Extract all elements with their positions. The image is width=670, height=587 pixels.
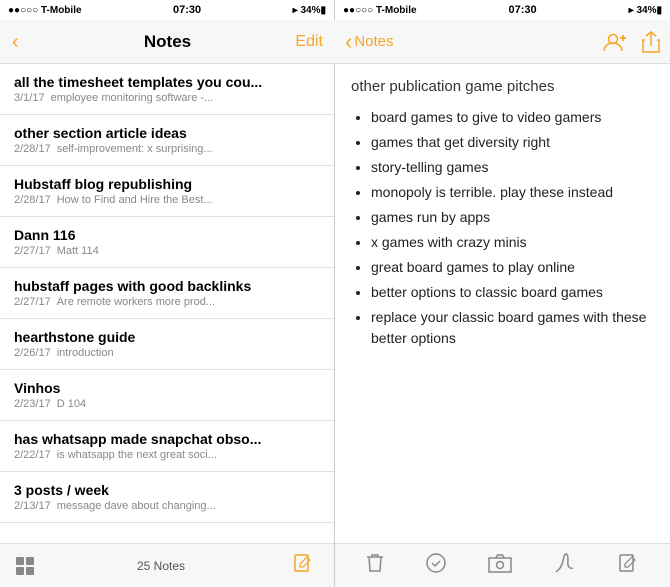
- time-left: 07:30: [173, 4, 201, 16]
- note-date: 2/22/17: [14, 449, 51, 461]
- note-title: all the timesheet templates you cou...: [14, 74, 320, 90]
- note-preview: is whatsapp the next great soci...: [57, 449, 217, 461]
- note-title: 3 posts / week: [14, 482, 320, 498]
- note-date: 2/13/17: [14, 500, 51, 512]
- list-item[interactable]: other section article ideas 2/28/17 self-…: [0, 115, 334, 166]
- note-date: 2/23/17: [14, 398, 51, 410]
- note-title: hearthstone guide: [14, 329, 320, 345]
- note-preview: employee monitoring software -...: [51, 92, 214, 104]
- note-title: has whatsapp made snapchat obso...: [14, 431, 320, 447]
- edit-button[interactable]: Edit: [295, 33, 323, 51]
- bullet-item: story-telling games: [371, 157, 654, 178]
- battery-left: ▸ 34%▮: [293, 5, 326, 16]
- note-content: other publication game pitches board gam…: [335, 64, 670, 543]
- status-bar-right: ●●○○○ T-Mobile 07:30 ▸ 34%▮: [335, 0, 670, 20]
- note-date: 2/26/17: [14, 347, 51, 359]
- grid-cell: [16, 567, 24, 575]
- chevron-back-icon: ‹: [345, 29, 352, 55]
- note-meta: 2/27/17 Matt 114: [14, 245, 320, 257]
- back-label: Notes: [354, 33, 393, 50]
- list-item[interactable]: Hubstaff blog republishing 2/28/17 How to…: [0, 166, 334, 217]
- grid-view-icon[interactable]: [16, 557, 34, 575]
- chevron-left-icon: ‹: [12, 32, 19, 52]
- notes-list: all the timesheet templates you cou... 3…: [0, 64, 334, 543]
- note-date: 2/28/17: [14, 143, 51, 155]
- note-preview: introduction: [57, 347, 114, 359]
- note-meta: 2/27/17 Are remote workers more prod...: [14, 296, 320, 308]
- bullet-item: better options to classic board games: [371, 282, 654, 303]
- battery-right: ▸ 34%▮: [629, 5, 662, 16]
- bullet-item: games run by apps: [371, 207, 654, 228]
- note-preview: self-improvement: x surprising...: [57, 143, 213, 155]
- note-date: 2/27/17: [14, 296, 51, 308]
- note-title: other section article ideas: [14, 125, 320, 141]
- note-title: Dann 116: [14, 227, 320, 243]
- note-meta: 2/28/17 How to Find and Hire the Best...: [14, 194, 320, 206]
- share-icon[interactable]: [642, 31, 660, 53]
- note-preview: Matt 114: [57, 245, 99, 257]
- note-meta: 3/1/17 employee monitoring software -...: [14, 92, 320, 104]
- grid-cell: [26, 567, 34, 575]
- note-meta: 2/28/17 self-improvement: x surprising...: [14, 143, 320, 155]
- note-date: 3/1/17: [14, 92, 45, 104]
- left-panel: ●●○○○ T-Mobile 07:30 ▸ 34%▮ ‹ Notes Edit…: [0, 0, 335, 587]
- add-person-icon[interactable]: [602, 31, 628, 53]
- note-content-title: other publication game pitches: [351, 78, 654, 95]
- bullet-item: replace your classic board games with th…: [371, 307, 654, 349]
- check-icon[interactable]: [417, 548, 455, 583]
- list-item[interactable]: all the timesheet templates you cou... 3…: [0, 64, 334, 115]
- list-item[interactable]: hubstaff pages with good backlinks 2/27/…: [0, 268, 334, 319]
- note-meta: 2/26/17 introduction: [14, 347, 320, 359]
- nav-bar-left: ‹ Notes Edit: [0, 20, 335, 64]
- note-title: Hubstaff blog republishing: [14, 176, 320, 192]
- note-meta: 2/13/17 message dave about changing...: [14, 500, 320, 512]
- page-title-left: Notes: [144, 32, 191, 52]
- note-preview: message dave about changing...: [57, 500, 216, 512]
- list-item[interactable]: Dann 116 2/27/17 Matt 114: [0, 217, 334, 268]
- carrier-right: ●●○○○ T-Mobile: [343, 5, 417, 16]
- list-item[interactable]: 3 posts / week 2/13/17 message dave about…: [0, 472, 334, 523]
- note-preview: Are remote workers more prod...: [57, 296, 215, 308]
- list-item[interactable]: hearthstone guide 2/26/17 introduction: [0, 319, 334, 370]
- carrier-left: ●●○○○ T-Mobile: [8, 5, 82, 16]
- note-title: hubstaff pages with good backlinks: [14, 278, 320, 294]
- nav-right-icons: [602, 31, 660, 53]
- note-preview: D 104: [57, 398, 86, 410]
- delete-icon[interactable]: [358, 548, 392, 583]
- bullet-item: great board games to play online: [371, 257, 654, 278]
- camera-icon[interactable]: [480, 549, 520, 582]
- note-title: Vinhos: [14, 380, 320, 396]
- grid-cell: [26, 557, 34, 565]
- nav-bar-right: ‹ Notes: [335, 20, 670, 64]
- note-date: 2/27/17: [14, 245, 51, 257]
- note-bullets: board games to give to video gamers game…: [351, 107, 654, 349]
- bullet-item: monopoly is terrible. play these instead: [371, 182, 654, 203]
- compose-note-icon[interactable]: [609, 548, 647, 583]
- compose-icon[interactable]: [288, 548, 318, 584]
- note-meta: 2/22/17 is whatsapp the next great soci..…: [14, 449, 320, 461]
- note-date: 2/28/17: [14, 194, 51, 206]
- right-panel: ●●○○○ T-Mobile 07:30 ▸ 34%▮ ‹ Notes: [335, 0, 670, 587]
- list-item[interactable]: Vinhos 2/23/17 D 104: [0, 370, 334, 421]
- back-button-right[interactable]: ‹ Notes: [345, 29, 394, 55]
- notes-count: 25 Notes: [34, 559, 288, 573]
- bullet-item: x games with crazy minis: [371, 232, 654, 253]
- note-preview: How to Find and Hire the Best...: [57, 194, 213, 206]
- note-meta: 2/23/17 D 104: [14, 398, 320, 410]
- bullet-item: board games to give to video gamers: [371, 107, 654, 128]
- time-right: 07:30: [509, 4, 537, 16]
- status-bar-left: ●●○○○ T-Mobile 07:30 ▸ 34%▮: [0, 0, 334, 20]
- toolbar-right: [335, 543, 670, 587]
- list-item[interactable]: has whatsapp made snapchat obso... 2/22/…: [0, 421, 334, 472]
- bullet-item: games that get diversity right: [371, 132, 654, 153]
- toolbar-left: 25 Notes: [0, 543, 334, 587]
- sketch-icon[interactable]: [546, 548, 584, 583]
- back-button-left[interactable]: ‹: [12, 32, 19, 52]
- grid-cell: [16, 557, 24, 565]
